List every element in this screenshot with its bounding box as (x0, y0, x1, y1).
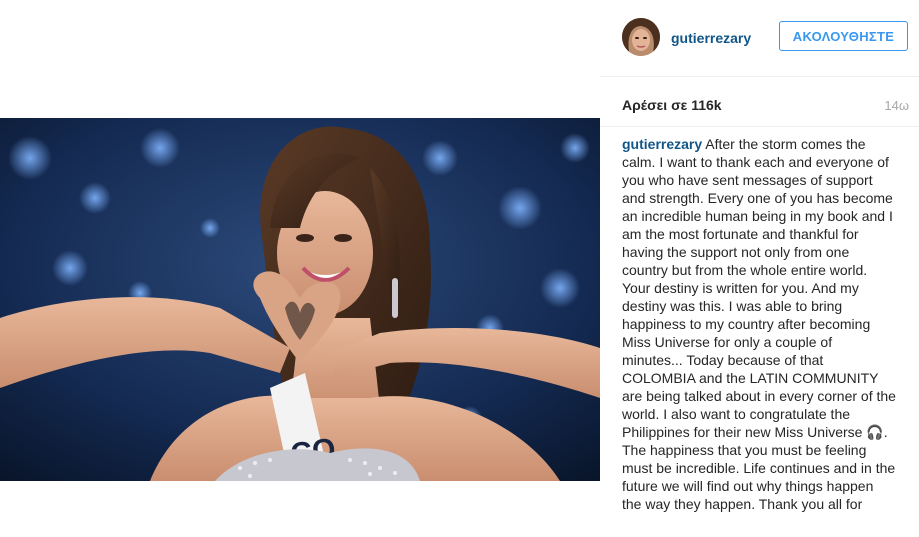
post-sidebar: gutierrezary ΑΚΟΛΟΥΘΗΣΤΕ Αρέσει σε 116k … (600, 0, 919, 537)
post-timestamp[interactable]: 14ω (884, 98, 909, 113)
post-photo-image: CO (0, 118, 600, 481)
post-photo[interactable]: CO (0, 118, 600, 481)
profile-avatar[interactable] (622, 18, 660, 56)
post-author-username[interactable]: gutierrezary (671, 30, 751, 46)
caption-username[interactable]: gutierrezary (622, 136, 702, 152)
likes-row: Αρέσει σε 116k 14ω (600, 76, 919, 127)
follow-button[interactable]: ΑΚΟΛΟΥΘΗΣΤΕ (779, 21, 908, 51)
avatar-image (622, 18, 660, 56)
post-media-area: CO (0, 0, 600, 537)
caption-text: After the storm comes the calm. I want t… (622, 136, 896, 512)
likes-count[interactable]: Αρέσει σε 116k (622, 97, 722, 113)
post-header: gutierrezary ΑΚΟΛΟΥΘΗΣΤΕ (600, 0, 919, 77)
post-caption: gutierrezary After the storm comes the c… (622, 135, 896, 530)
